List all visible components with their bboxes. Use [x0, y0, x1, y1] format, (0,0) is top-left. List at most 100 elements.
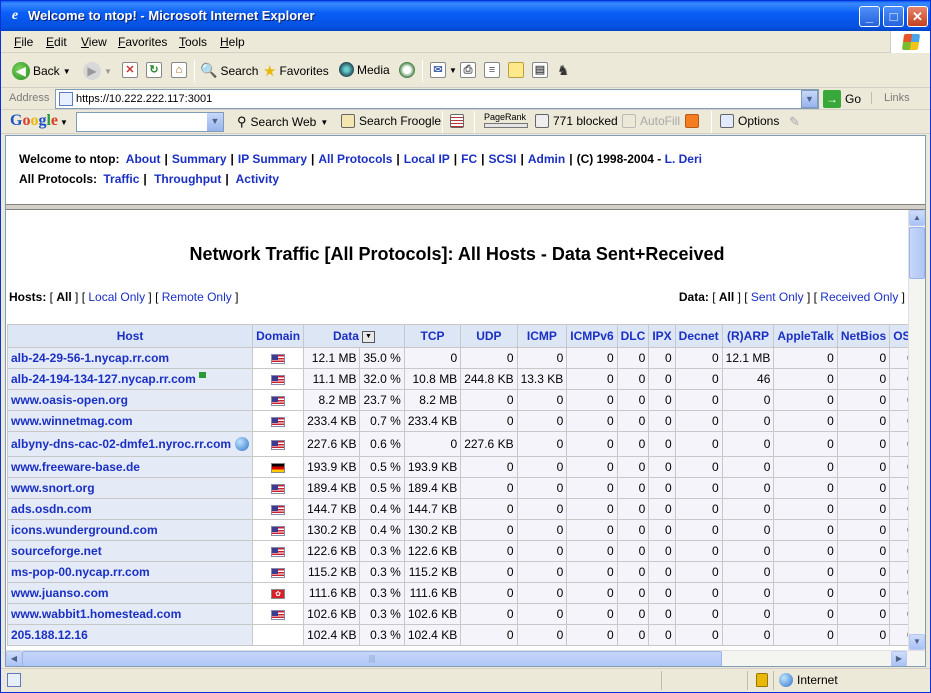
research-button[interactable]: ▤	[532, 62, 548, 78]
news-button[interactable]	[450, 114, 464, 128]
column-header-data[interactable]: Data ▼	[303, 324, 405, 348]
forward-dropdown-icon[interactable]: ▼	[104, 67, 112, 76]
host-link[interactable]: www.freeware-base.de	[11, 460, 140, 474]
column-header-udp[interactable]: UDP	[460, 324, 518, 348]
search-web-dropdown-icon[interactable]: ▼	[320, 118, 328, 127]
favorites-button[interactable]: ★ Favorites	[263, 62, 329, 80]
google-search-input[interactable]: ▼	[76, 112, 224, 132]
de-flag-icon[interactable]	[271, 462, 286, 473]
us-flag-icon[interactable]	[271, 353, 286, 364]
nav-link-ip-summary[interactable]: IP Summary	[238, 152, 307, 166]
search-froogle-button[interactable]: Search Froogle	[341, 114, 441, 128]
column-header-rarp[interactable]: (R)ARP	[721, 324, 775, 348]
horizontal-scroll-thumb[interactable]: |||	[22, 651, 722, 666]
chevron-down-icon[interactable]: ▼	[207, 113, 223, 131]
menu-help[interactable]: Help	[220, 35, 245, 49]
us-flag-icon[interactable]	[271, 546, 286, 557]
us-flag-icon[interactable]	[271, 483, 286, 494]
column-header-appletalk[interactable]: AppleTalk	[773, 324, 838, 348]
options-button[interactable]: Options	[720, 114, 779, 128]
back-dropdown-icon[interactable]: ▼	[63, 67, 71, 76]
links-button[interactable]: Links	[871, 92, 910, 104]
history-button[interactable]	[399, 62, 415, 78]
us-flag-icon[interactable]	[271, 395, 286, 406]
hk-flag-icon[interactable]: ✿	[271, 588, 286, 599]
scroll-up-button[interactable]: ▲	[909, 210, 925, 226]
pagerank-indicator[interactable]: PageRank	[484, 112, 528, 128]
sub-nav-traffic[interactable]: Traffic	[103, 172, 139, 186]
search-button[interactable]: 🔍 Search	[200, 62, 258, 79]
forward-button[interactable]: ▶ ▼	[83, 62, 112, 80]
minimize-button[interactable]: _	[859, 6, 880, 27]
host-link[interactable]: www.snort.org	[11, 481, 95, 495]
scroll-left-button[interactable]: ◀	[6, 651, 22, 666]
data-filter-sent[interactable]: Sent Only	[751, 290, 804, 304]
stop-button[interactable]: ✕	[122, 62, 138, 78]
close-button[interactable]: ✕	[907, 6, 928, 27]
nav-link-about[interactable]: About	[126, 152, 161, 166]
host-link[interactable]: alb-24-194-134-127.nycap.rr.com	[11, 372, 196, 386]
print-button[interactable]: ⎙	[460, 62, 476, 78]
column-header-osi[interactable]: OSI	[889, 324, 908, 348]
scroll-right-button[interactable]: ▶	[891, 651, 907, 666]
scroll-down-button[interactable]: ▼	[909, 634, 925, 650]
edit-button[interactable]: ≡	[484, 62, 500, 78]
nav-link-all-protocols[interactable]: All Protocols	[318, 152, 392, 166]
column-header-icmp[interactable]: ICMP	[516, 324, 568, 348]
mail-button[interactable]: ✉ ▼	[430, 62, 457, 78]
menu-favorites[interactable]: Favorites	[118, 35, 167, 49]
menu-file[interactable]: File	[14, 35, 33, 49]
blogger-button[interactable]	[685, 114, 699, 128]
host-link[interactable]: alb-24-29-56-1.nycap.rr.com	[11, 351, 169, 365]
column-header-netbios[interactable]: NetBios	[836, 324, 891, 348]
nav-link-local-ip[interactable]: Local IP	[404, 152, 450, 166]
author-link[interactable]: L. Deri	[665, 152, 702, 166]
vertical-scroll-thumb[interactable]	[909, 227, 925, 279]
maximize-button[interactable]: □	[883, 6, 904, 27]
nav-link-fc[interactable]: FC	[461, 152, 477, 166]
vertical-scrollbar[interactable]: ▲ ▼	[908, 210, 925, 650]
sub-nav-throughput[interactable]: Throughput	[154, 172, 221, 186]
highlighter-button[interactable]: ✎	[789, 114, 800, 130]
address-dropdown-icon[interactable]: ▼	[801, 90, 818, 108]
refresh-button[interactable]: ↻	[146, 62, 162, 78]
sub-nav-activity[interactable]: Activity	[236, 172, 279, 186]
mail-dropdown-icon[interactable]: ▼	[449, 66, 457, 75]
us-flag-icon[interactable]	[271, 416, 286, 427]
column-header-domain[interactable]: Domain	[252, 324, 305, 348]
host-link[interactable]: icons.wunderground.com	[11, 523, 158, 537]
data-filter-received[interactable]: Received Only	[820, 290, 898, 304]
host-link[interactable]: ms-pop-00.nycap.rr.com	[11, 565, 150, 579]
host-link[interactable]: www.winnetmag.com	[11, 414, 133, 428]
column-header-tcp[interactable]: TCP	[403, 324, 462, 348]
messenger-button[interactable]: ♞	[557, 62, 570, 79]
column-header-icmpv6[interactable]: ICMPv6	[566, 324, 618, 348]
home-button[interactable]: ⌂	[171, 62, 187, 78]
us-flag-icon[interactable]	[271, 439, 286, 450]
us-flag-icon[interactable]	[271, 567, 286, 578]
menu-edit[interactable]: Edit	[46, 35, 67, 49]
nav-link-summary[interactable]: Summary	[172, 152, 227, 166]
popup-blocker-button[interactable]: 771 blocked	[535, 114, 618, 128]
horizontal-scrollbar[interactable]: ◀ ||| ▶	[6, 650, 925, 666]
back-button[interactable]: ◀ Back ▼	[12, 62, 71, 80]
column-header-host[interactable]: Host	[6, 324, 254, 348]
nav-link-admin[interactable]: Admin	[528, 152, 565, 166]
autofill-button[interactable]: AutoFill	[622, 114, 680, 128]
go-button[interactable]: → Go	[823, 90, 861, 108]
host-link[interactable]: 205.188.12.16	[11, 628, 88, 642]
us-flag-icon[interactable]	[271, 374, 286, 385]
us-flag-icon[interactable]	[271, 525, 286, 536]
hosts-filter-local[interactable]: Local Only	[88, 290, 145, 304]
address-input[interactable]: https://10.222.222.117:3001	[55, 89, 819, 109]
discuss-button[interactable]	[508, 62, 524, 78]
sort-descending-icon[interactable]: ▼	[361, 330, 375, 343]
us-flag-icon[interactable]	[271, 609, 286, 620]
menu-view[interactable]: View	[81, 35, 107, 49]
host-link[interactable]: ads.osdn.com	[11, 502, 92, 516]
nav-link-scsi[interactable]: SCSI	[489, 152, 517, 166]
menu-tools[interactable]: Tools	[179, 35, 207, 49]
host-link[interactable]: www.wabbit1.homestead.com	[11, 607, 181, 621]
host-link[interactable]: www.juanso.com	[11, 586, 109, 600]
host-link[interactable]: www.oasis-open.org	[11, 393, 128, 407]
